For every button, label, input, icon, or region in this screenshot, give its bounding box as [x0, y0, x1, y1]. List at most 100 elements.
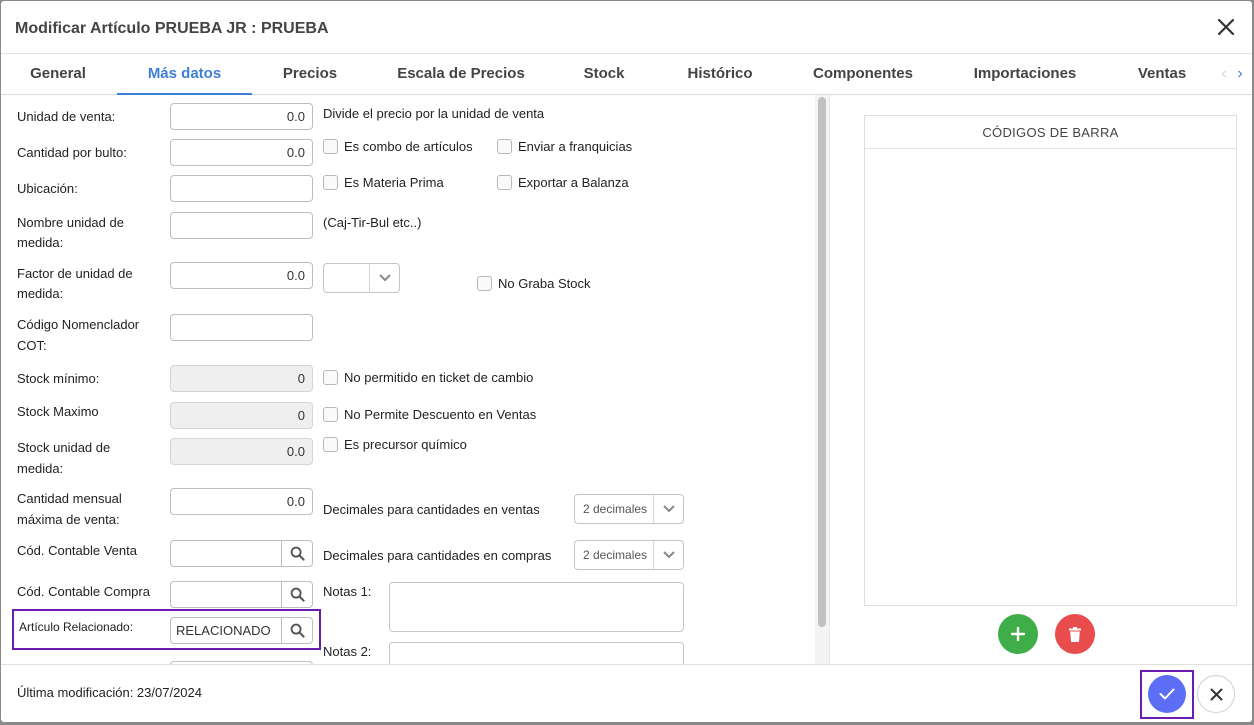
stock-maximo-label: Stock Maximo [17, 404, 99, 419]
cod-contable-compra-input[interactable] [170, 581, 282, 608]
barcodes-panel: CÓDIGOS DE BARRA [829, 95, 1252, 664]
check-icon [1159, 688, 1175, 700]
tab-bar: General Más datos Precios Escala de Prec… [1, 54, 1252, 95]
tab-importaciones[interactable]: Importaciones [965, 54, 1085, 95]
cantidad-mensual-input[interactable]: 0.0 [170, 488, 313, 515]
no-graba-stock-checkbox-box[interactable] [477, 276, 492, 291]
factor-unidad-input[interactable]: 0.0 [170, 262, 313, 289]
dialog-footer: Última modificación: 23/07/2024 [1, 664, 1252, 722]
edit-article-dialog: Modificar Artículo PRUEBA JR : PRUEBA Ge… [1, 1, 1252, 722]
trash-icon [1069, 626, 1081, 642]
confirm-button[interactable] [1148, 675, 1186, 713]
nombre-unidad-label-line1: Nombre unidad de [17, 215, 124, 230]
combo-checkbox-label: Es combo de artículos [344, 139, 473, 154]
notas1-textarea[interactable] [389, 582, 684, 632]
ticket-cambio-checkbox[interactable]: No permitido en ticket de cambio [323, 370, 533, 385]
decimales-ventas-label: Decimales para cantidades en ventas [323, 502, 540, 517]
tabs-scroll-right-icon[interactable]: › [1233, 66, 1247, 82]
factor-unidad-label-line2: medida: [17, 286, 64, 301]
decimales-compras-select[interactable]: 2 decimales [574, 540, 684, 570]
unidad-venta-hint: Divide el precio por la unidad de venta [323, 106, 545, 121]
form-scrollbar[interactable] [815, 95, 829, 664]
materia-prima-checkbox[interactable]: Es Materia Prima [323, 175, 444, 190]
add-barcode-button[interactable] [998, 614, 1038, 654]
balanza-checkbox-label: Exportar a Balanza [518, 175, 629, 190]
search-icon [290, 623, 305, 638]
ticket-cambio-checkbox-label: No permitido en ticket de cambio [344, 370, 534, 385]
no-graba-stock-checkbox-label: No Graba Stock [498, 276, 591, 291]
articulo-relacionado-label: Artículo Relacionado: [19, 620, 134, 634]
cantidad-mensual-label-line2: máxima de venta: [17, 512, 120, 527]
codigo-cot-input[interactable] [170, 314, 313, 341]
chevron-down-icon [369, 264, 399, 292]
ubicacion-input[interactable] [170, 175, 313, 202]
notas2-label: Notas 2: [323, 644, 372, 659]
articulo-relacionado-search-button[interactable] [282, 617, 313, 644]
unidad-venta-label: Unidad de venta: [17, 109, 116, 124]
tab-componentes[interactable]: Componentes [806, 54, 920, 95]
combo-checkbox-box[interactable] [323, 139, 338, 154]
cod-contable-venta-label: Cód. Contable Venta [17, 543, 137, 558]
stock-unidad-label-line2: medida: [17, 461, 64, 476]
tab-mas-datos[interactable]: Más datos [117, 54, 252, 95]
close-icon [1210, 688, 1222, 700]
decimales-ventas-select[interactable]: 2 decimales [574, 494, 684, 524]
last-modified-text: Última modificación: 23/07/2024 [17, 685, 202, 700]
combo-checkbox[interactable]: Es combo de artículos [323, 139, 473, 154]
stock-maximo-input: 0 [170, 402, 313, 429]
descuento-checkbox[interactable]: No Permite Descuento en Ventas [323, 407, 536, 422]
notas1-label: Notas 1: [323, 584, 372, 599]
materia-prima-checkbox-label: Es Materia Prima [344, 175, 444, 190]
barcodes-title: CÓDIGOS DE BARRA [865, 116, 1236, 149]
cod-contable-compra-label: Cód. Contable Compra [17, 584, 150, 599]
tab-ventas[interactable]: Ventas [1129, 54, 1195, 95]
plus-icon [1011, 627, 1025, 641]
close-icon[interactable] [1214, 15, 1238, 39]
cantidad-bulto-label: Cantidad por bulto: [17, 145, 127, 160]
decimales-compras-value: 2 decimales [583, 548, 648, 562]
factor-unidad-select[interactable] [323, 263, 400, 293]
codigo-cot-label-line2: COT: [17, 338, 47, 353]
cod-contable-venta-search-button[interactable] [282, 540, 313, 567]
tab-stock[interactable]: Stock [573, 54, 635, 95]
form-panel: Unidad de venta: 0.0 Divide el precio po… [1, 95, 815, 664]
stock-minimo-input: 0 [170, 365, 313, 392]
codigo-cot-label-line1: Código Nomenclador [17, 317, 140, 332]
tab-historico[interactable]: Histórico [679, 54, 761, 95]
ubicacion-label: Ubicación: [17, 181, 78, 196]
descuento-checkbox-label: No Permite Descuento en Ventas [344, 407, 537, 422]
tab-escala-precios[interactable]: Escala de Precios [391, 54, 531, 95]
materia-prima-checkbox-box[interactable] [323, 175, 338, 190]
cancel-button[interactable] [1197, 675, 1235, 713]
no-graba-stock-checkbox[interactable]: No Graba Stock [477, 276, 591, 291]
franquicias-checkbox-label: Enviar a franquicias [518, 139, 633, 154]
franquicias-checkbox-box[interactable] [497, 139, 512, 154]
nombre-unidad-input[interactable] [170, 212, 313, 239]
notas2-textarea[interactable] [389, 642, 684, 664]
balanza-checkbox-box[interactable] [497, 175, 512, 190]
franquicias-checkbox[interactable]: Enviar a franquicias [497, 139, 632, 154]
barcodes-table: CÓDIGOS DE BARRA [864, 115, 1237, 606]
chevron-down-icon [653, 495, 683, 523]
search-icon [290, 546, 305, 561]
precursor-checkbox-box[interactable] [323, 437, 338, 452]
cantidad-mensual-label-line1: Cantidad mensual [17, 491, 122, 506]
tabs-scroll-left-icon[interactable]: ‹ [1217, 66, 1231, 82]
delete-barcode-button[interactable] [1055, 614, 1095, 654]
cod-contable-compra-search-button[interactable] [282, 581, 313, 608]
cantidad-bulto-input[interactable]: 0.0 [170, 139, 313, 166]
unidad-venta-input[interactable]: 0.0 [170, 103, 313, 130]
descuento-checkbox-box[interactable] [323, 407, 338, 422]
balanza-checkbox[interactable]: Exportar a Balanza [497, 175, 629, 190]
nombre-unidad-hint: (Caj-Tir-Bul etc..) [323, 215, 422, 230]
cod-contable-venta-input[interactable] [170, 540, 282, 567]
stock-minimo-label: Stock mínimo: [17, 371, 100, 386]
precursor-checkbox[interactable]: Es precursor químico [323, 437, 467, 452]
decimales-compras-label: Decimales para cantidades en compras [323, 548, 552, 563]
precursor-checkbox-label: Es precursor químico [344, 437, 467, 452]
tab-precios[interactable]: Precios [271, 54, 349, 95]
tab-general[interactable]: General [15, 54, 101, 95]
ticket-cambio-checkbox-box[interactable] [323, 370, 338, 385]
articulo-relacionado-input[interactable]: RELACIONADO [170, 617, 282, 644]
form-scrollbar-thumb[interactable] [818, 97, 826, 627]
